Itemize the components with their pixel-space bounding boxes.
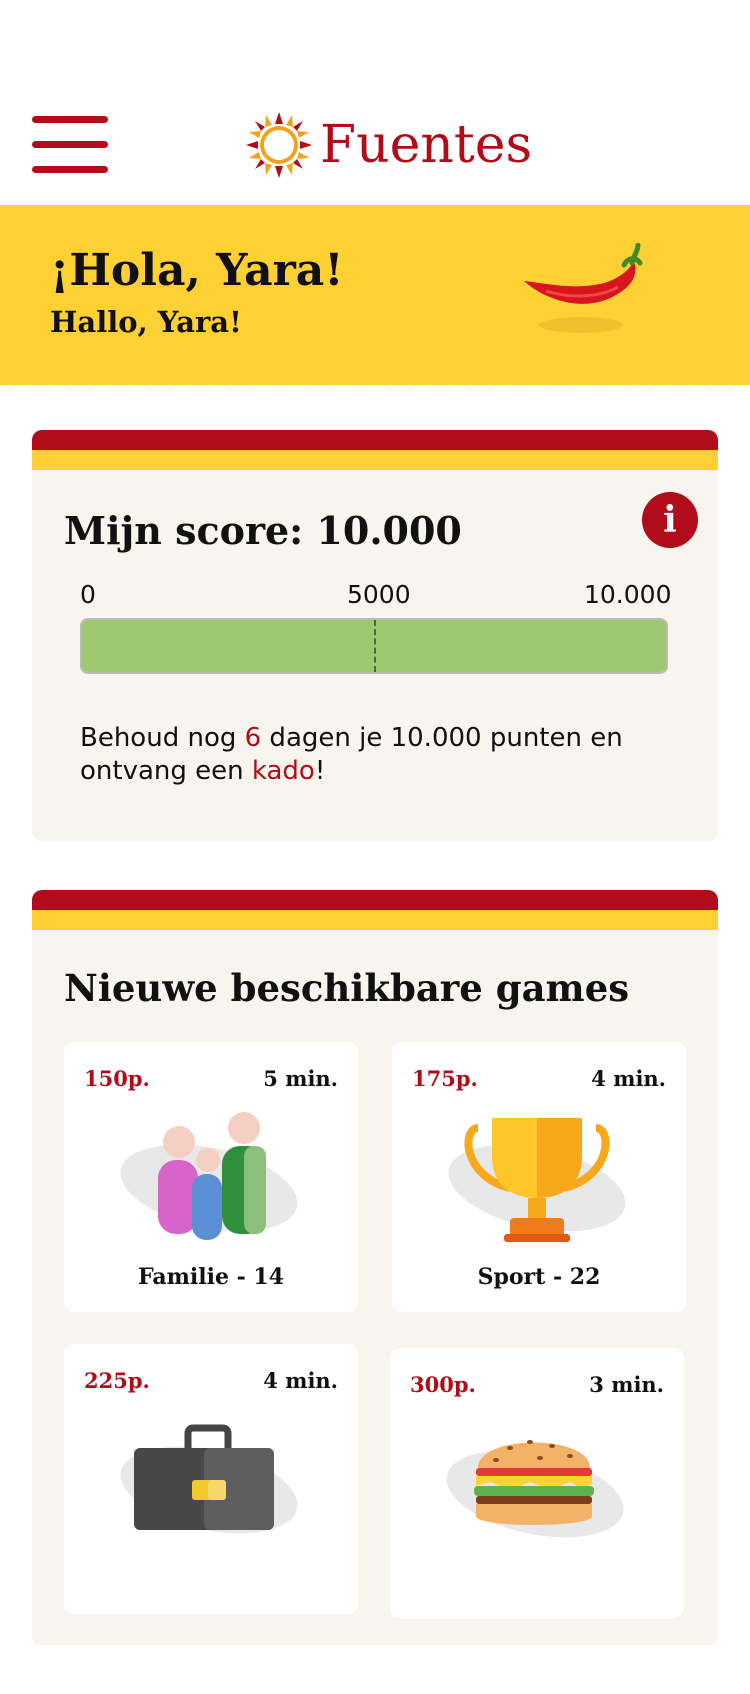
game-name: Familie - 14 [137, 1264, 285, 1290]
tick-label-min: 0 [80, 580, 96, 609]
score-title: Mijn score: 10.000 [64, 508, 462, 553]
card-stripe-red [32, 890, 718, 910]
app-header: Fuentes [0, 0, 750, 205]
games-title: Nieuwe beschikbare games [64, 966, 630, 1010]
sun-icon [246, 112, 312, 178]
menu-line [32, 116, 108, 123]
hamburger-menu-button[interactable] [32, 114, 108, 176]
brand-name: Fuentes [320, 115, 533, 175]
score-card: Mijn score: 10.000 i 0 5000 10.000 Behou… [32, 430, 718, 841]
game-duration: 3 min. [589, 1372, 664, 1397]
info-icon: i [663, 499, 677, 541]
tick-label-max: 10.000 [584, 580, 672, 609]
gift-link[interactable]: kado [252, 756, 315, 786]
game-points: 225p. [84, 1368, 150, 1393]
family-icon [120, 1112, 298, 1240]
game-duration: 5 min. [263, 1066, 338, 1091]
zigzag-edge [0, 378, 750, 386]
game-duration: 4 min. [591, 1066, 666, 1091]
message-text: Behoud nog [80, 723, 245, 753]
menu-line [32, 141, 108, 148]
greeting-title: ¡Hola, Yara! [50, 245, 344, 296]
progress-midpoint-marker [374, 620, 376, 672]
card-stripe-red [32, 430, 718, 450]
score-progress-bar [80, 618, 668, 674]
game-points: 300p. [410, 1372, 476, 1397]
briefcase-icon [120, 1424, 298, 1534]
chili-pepper-icon [524, 243, 643, 333]
game-tile-sport[interactable]: 175p. 4 min. Sport - 22 [392, 1042, 686, 1312]
greeting-banner: ¡Hola, Yara! Hallo, Yara! [0, 205, 750, 385]
greeting-subtitle: Hallo, Yara! [50, 305, 242, 339]
message-text: ! [314, 756, 326, 786]
game-tile-familie[interactable]: 150p. 5 min. Familie - 14 [64, 1042, 358, 1312]
trophy-icon [448, 1118, 626, 1242]
brand-logo[interactable]: Fuentes [246, 110, 532, 180]
score-message: Behoud nog 6 dagen je 10.000 punten en o… [80, 722, 680, 788]
info-button[interactable]: i [642, 492, 698, 548]
days-remaining: 6 [244, 723, 262, 753]
burger-icon [446, 1440, 624, 1538]
tick-label-mid: 5000 [347, 580, 411, 609]
game-points: 175p. [412, 1066, 478, 1091]
game-points: 150p. [84, 1066, 150, 1091]
menu-line [32, 166, 108, 173]
games-card: Nieuwe beschikbare games 150p. 5 min. Fa… [32, 890, 718, 1646]
game-tile-briefcase[interactable]: 225p. 4 min. [64, 1344, 358, 1614]
game-tile-burger[interactable]: 300p. 3 min. [390, 1348, 684, 1618]
card-stripe-yellow [32, 450, 718, 470]
card-stripe-yellow [32, 910, 718, 930]
game-name: Sport - 22 [477, 1264, 601, 1290]
game-duration: 4 min. [263, 1368, 338, 1393]
